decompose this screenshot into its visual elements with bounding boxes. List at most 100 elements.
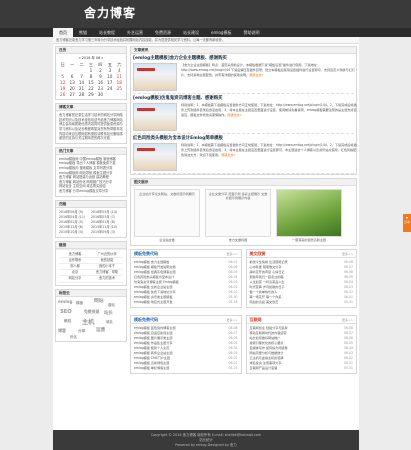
tag-link[interactable]: 域名	[106, 320, 113, 324]
site-logo[interactable]: 舍力博客	[84, 6, 136, 21]
category-list-item[interactable]: emlog模板 响应式主题开发 05-28	[134, 300, 238, 305]
calendar-day[interactable]: 30	[96, 91, 105, 97]
display-box: 图文展示 企业站分享论文网站，文章标题示例展示 企业文章分享 页面示例 多彩主题展…	[130, 178, 357, 246]
display-thumbnail[interactable]	[276, 189, 342, 237]
category-columns: 模板免费代码 更多>> emlog模板 舍力主题模板 06-07 emlog模板 模板开…	[130, 248, 357, 377]
footer-powered: Powered by emlog Designed by 舍力	[175, 443, 237, 447]
nav-item[interactable]: 免费资源	[149, 28, 177, 37]
archive-heading: 归档	[56, 200, 126, 208]
archive-link[interactable]: 2016年04月 (11)	[59, 215, 91, 220]
nav-item[interactable]: 站长教程	[93, 28, 121, 37]
main-column: 文章资讯 [emlog主题模板]舍力企业主题模板、感谢购买 【舍力企业主题模板】特…	[130, 46, 357, 377]
post-title[interactable]: 红色风险类头模板为宝本设计Emlog简单模板	[133, 136, 223, 142]
thumbnail-accent	[137, 148, 155, 151]
display-caption[interactable]: 舍力文章标题	[205, 238, 271, 243]
archive-link[interactable]: 2015年12月 (6)	[59, 225, 91, 230]
nav-item[interactable]: 外艺运营	[121, 28, 149, 37]
archive-link[interactable]: 2015年10月 (4)	[59, 230, 91, 235]
category-item-title[interactable]: emlog模板 单栏博客主题	[134, 366, 169, 371]
archive-link[interactable]: 2016年06月 (9)	[59, 210, 91, 215]
calendar-day[interactable]: 28	[77, 91, 86, 97]
archive-link[interactable]: 2016年05月 (14)	[91, 210, 123, 215]
tag-link[interactable]: 博客	[58, 328, 66, 333]
display-thumbnail-text: 企业文章分享 页面示例 多彩主题展示 文章标题示例展示内容	[208, 192, 268, 201]
links-box: 链接 舍力博客 广州近的伙伴 合作联系 我的技能 赛人都 我的小本子 北京 舍力博客 · 帮助…	[55, 240, 127, 286]
archive-link[interactable]: 2015年11月 (10)	[91, 225, 123, 230]
category-column: 模板免费代码 更多>> emlog模板 舍力主题模板 06-07 emlog模板 模板开…	[130, 248, 242, 308]
tag-link[interactable]: 主机	[82, 319, 94, 327]
category-title[interactable]: 模板免费代码	[134, 250, 158, 257]
category-title[interactable]: 美文欣赏	[250, 250, 266, 257]
new-posts-box: 文章资讯 [emlog主题模板]舍力企业主题模板、感谢购买 【舍力企业主题模板】特…	[130, 46, 357, 175]
category-item-date: 05-31	[228, 365, 238, 370]
nav-item[interactable]: 赞助说明	[237, 28, 265, 37]
archive-link[interactable]: 2016年01月 (8)	[91, 220, 123, 225]
archive-link[interactable]: 2015年09月 (3)	[91, 230, 123, 235]
display-thumbnail[interactable]: 企业文章分享 页面示例 多彩主题展示 文章标题示例展示内容	[205, 189, 271, 237]
category-item-date: 05-31	[344, 299, 353, 304]
friend-link[interactable]: 网站分享	[59, 276, 91, 283]
post-title[interactable]: [emlog主题模板]舍力企业主题模板、感谢购买	[133, 56, 227, 62]
nav-item[interactable]: emlog模板	[205, 28, 237, 37]
post-thumbnail[interactable]	[133, 63, 177, 91]
tag-link[interactable]: 建站	[108, 303, 115, 307]
hot-post-link[interactable]: 舍力博客 分享emlog模板文章分享	[59, 189, 123, 194]
nav-item[interactable]: 站长建设	[177, 28, 205, 37]
tag-link[interactable]: 运营	[96, 328, 105, 334]
post-thumbnail[interactable]	[133, 103, 177, 131]
tag-link[interactable]: SEO	[60, 309, 72, 316]
archive-link[interactable]: 2016年02月 (5)	[59, 220, 91, 225]
tag-link[interactable]: 免费资源	[84, 309, 99, 315]
tag-link[interactable]: 教程	[64, 319, 71, 323]
nav-item[interactable]: 熊猫	[73, 28, 93, 37]
nav-item[interactable]: 首页	[53, 28, 73, 37]
tag-link[interactable]: 网站	[94, 299, 104, 305]
category-more-link[interactable]: 更多>>	[342, 250, 353, 257]
tag-link[interactable]: 优化	[70, 335, 77, 339]
display-caption[interactable]: 企业站文章	[134, 238, 200, 243]
category-more-link[interactable]: 更多>>	[226, 316, 237, 323]
category-list-item[interactable]: emlog模板 单栏博客主题 05-31	[134, 366, 238, 371]
calendar-month[interactable]: « 2016 年 06 »	[58, 56, 124, 60]
category-title[interactable]: 模板免费代码	[134, 316, 158, 323]
category-item-date: 05-28	[228, 299, 238, 304]
about-box: 博客文章 舍力博客是记录生活学习技术的网站分享网络技术知识以及技术经验欢迎光临舍…	[55, 103, 127, 144]
about-heading: 博客文章	[56, 104, 126, 112]
calendar-day[interactable]: 27	[67, 91, 76, 97]
category-item-title[interactable]: emlog模板 响应式主题开发	[134, 300, 172, 305]
post-item: 红色风险类头模板为宝本设计Emlog简单模板 特别说明：1、本模板需下载模板设置插…	[133, 134, 357, 174]
category-item-date: 05-31	[344, 365, 353, 370]
archive-link[interactable]: 2016年03月 (7)	[91, 215, 123, 220]
archive-box: 归档 2016年06月 (9) 2016年05月 (14) 2016年04月 (11…	[55, 199, 127, 238]
share-side-tab[interactable]: ♥ 分享	[403, 214, 411, 232]
display-thumbnail[interactable]: 企业站分享论文网站，文章标题示例展示	[134, 189, 200, 237]
category-heading: 模板免费代码 更多>>	[131, 250, 241, 258]
read-more-link[interactable]: 阅读全文»	[249, 73, 263, 77]
category-list-item[interactable]: 互联网产品设计思路 05-31	[250, 366, 354, 371]
category-item-title[interactable]: 互联网产品设计思路	[250, 366, 278, 371]
post-list: [emlog主题模板]舍力企业主题模板、感谢购买 【舍力企业主题模板】特点：首页采…	[131, 54, 357, 174]
category-item-title[interactable]: 雨后的清晨 美文欣赏	[250, 300, 279, 305]
category-list-item[interactable]: 雨后的清晨 美文欣赏 05-31	[250, 300, 354, 305]
category-more-link[interactable]: 更多>>	[342, 316, 353, 323]
display-caption[interactable]: 一套漂亮的自然清新主题	[276, 238, 342, 243]
category-column: 美文欣赏 更多>> 前世今生情缘 生活随笔记录 06-08 心中有爱 随笔散文分享 06-…	[245, 248, 357, 308]
read-more-link[interactable]: 阅读全文»	[221, 153, 235, 157]
tags-heading: 标签云	[56, 289, 126, 297]
category-heading: 美文欣赏 更多>>	[246, 250, 356, 258]
post-title[interactable]: [emlog模板]仿鬼鬼资讯博客主题、感谢购买	[133, 96, 222, 102]
hot-posts-box: 热门文章 emlog模板网 中国emlog模板 新浪博客 emlog模板 导出个人…	[55, 146, 127, 197]
category-list: emlog模板 蓝色简约博客主题 06-08 emlog模板 自适应新闻主题 06-0…	[131, 324, 241, 373]
display-thumbnail-text: 企业站分享论文网站，文章标题示例展示	[139, 192, 195, 196]
category-more-link[interactable]: 更多>>	[226, 250, 237, 257]
tag-link[interactable]: 分享	[78, 329, 85, 333]
category-title[interactable]: 互联网	[250, 316, 262, 323]
tag-link[interactable]: emlog	[58, 299, 73, 304]
calendar-day[interactable]: 26	[58, 91, 67, 97]
friend-link[interactable]: 舍力的技术	[91, 276, 123, 283]
tag-link[interactable]: 模板	[76, 301, 83, 305]
post-thumbnail[interactable]	[133, 143, 177, 171]
tag-link[interactable]: 站长	[104, 311, 113, 317]
calendar-day[interactable]: 29	[86, 91, 95, 97]
read-more-link[interactable]: 阅读全文»	[227, 113, 241, 117]
